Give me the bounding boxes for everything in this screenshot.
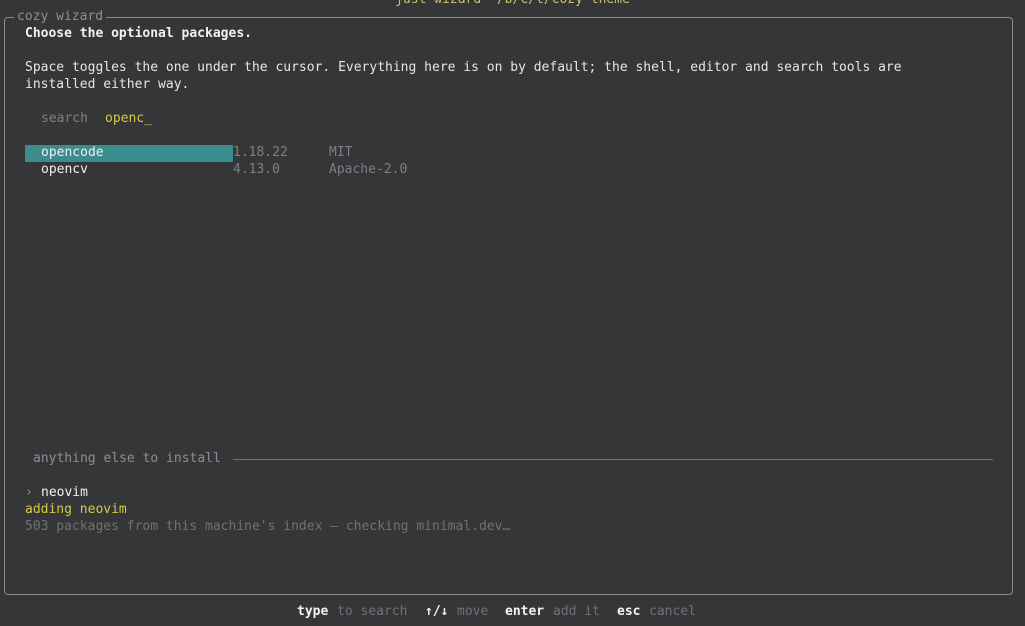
section-divider (233, 459, 993, 460)
terminal-title: just wizard ~/b/c/t/cozy-theme (0, 0, 1025, 8)
search-label: search (41, 111, 88, 126)
extra-section-label: anything else to install (33, 451, 221, 466)
search-input[interactable]: openc_ (105, 110, 152, 127)
page-heading: Choose the optional packages. (25, 26, 252, 41)
hint-key-esc: esc (617, 604, 641, 619)
description-text: Space toggles the one under the cursor. … (25, 60, 902, 92)
package-name: opencv (41, 162, 88, 177)
hint-action-esc: cancel (649, 604, 696, 619)
chevron-right-icon: › (25, 485, 33, 500)
hint-key-move: ↑/↓ (425, 604, 449, 619)
wizard-frame (4, 17, 1013, 595)
hint-action-type: to search (337, 604, 408, 619)
frame-title: cozy wizard (14, 8, 107, 25)
package-license: Apache-2.0 (329, 162, 408, 177)
adding-message: adding neovim (25, 502, 127, 517)
package-version: 1.18.22 (233, 145, 288, 160)
status-message: 503 packages from this machine's index —… (25, 519, 511, 534)
hint-key-type: type (297, 604, 329, 619)
package-license: MIT (329, 145, 353, 160)
hint-action-move: move (457, 604, 489, 619)
hint-action-enter: add it (553, 604, 600, 619)
package-version: 4.13.0 (233, 162, 280, 177)
extra-package-input[interactable]: neovim (41, 484, 88, 501)
package-name: opencode (41, 145, 104, 160)
hint-key-enter: enter (505, 604, 545, 619)
